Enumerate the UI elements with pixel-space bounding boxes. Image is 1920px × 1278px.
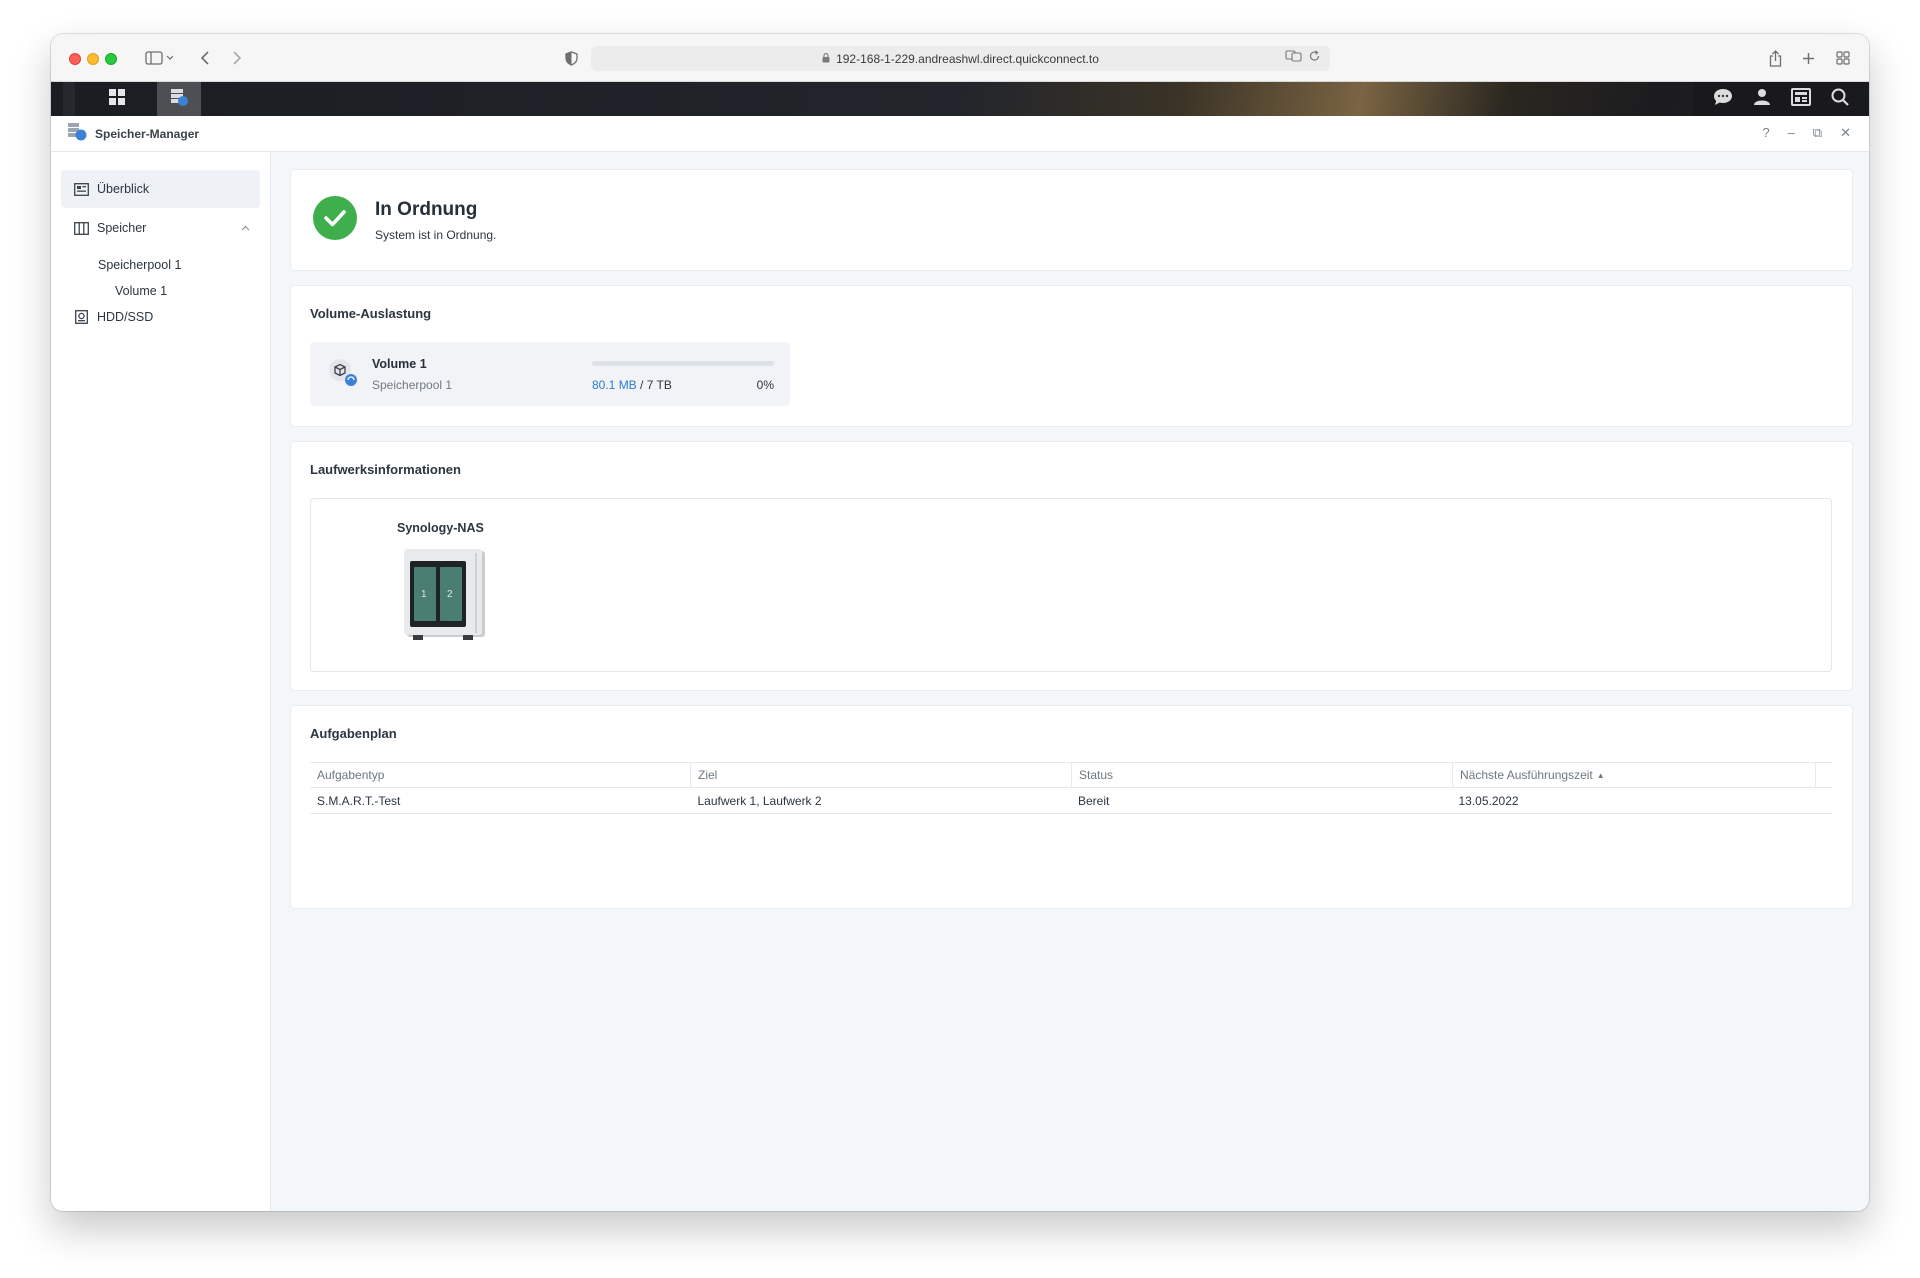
restore-icon[interactable]: ⧉ [1813, 125, 1822, 141]
app-window-controls: ? – ⧉ ✕ [1762, 125, 1851, 141]
messages-icon[interactable] [1713, 88, 1733, 111]
sort-ascending-icon: ▲ [1596, 770, 1605, 780]
health-status-title: In Ordnung [375, 199, 478, 220]
user-icon[interactable] [1753, 88, 1771, 111]
table-row[interactable]: S.M.A.R.T.-Test Laufwerk 1, Laufwerk 2 B… [310, 788, 1832, 814]
search-icon[interactable] [1831, 88, 1849, 111]
volume-usage-heading: Volume-Auslastung [310, 306, 432, 321]
volume-pool: Speicherpool 1 [372, 378, 453, 392]
app-title: Speicher-Manager [95, 126, 200, 141]
health-status-card: In Ordnung System ist in Ordnung. [291, 170, 1852, 270]
drive-bay-2[interactable]: 2 [447, 589, 453, 600]
task-schedule-heading: Aufgabenplan [310, 726, 397, 741]
new-tab-icon[interactable] [1798, 46, 1818, 70]
volume-usage-bar [592, 361, 774, 366]
drive-bay-1[interactable]: 1 [421, 589, 427, 600]
chevron-up-icon[interactable] [241, 223, 250, 234]
volume-icon [328, 358, 358, 388]
volume-name: Volume 1 [372, 357, 427, 371]
tab-overview-icon[interactable] [1833, 46, 1853, 70]
volume-tile[interactable]: Volume 1 Speicherpool 1 80.1 MB / 7 TB 0… [310, 342, 790, 406]
nas-device-name: Synology-NAS [397, 521, 484, 535]
translate-icon[interactable] [1285, 50, 1303, 65]
column-label: Aufgabentyp [317, 768, 385, 782]
storage-manager-icon [169, 87, 189, 112]
check-icon [313, 196, 357, 240]
address-bar[interactable]: 192-168-1-229.andreashwl.direct.quickcon… [591, 46, 1330, 71]
sidebar-toggle-icon[interactable] [141, 46, 177, 70]
column-header-next-run[interactable]: Nächste Ausführungszeit ▲ [1453, 763, 1816, 787]
taskbar-tray [1693, 82, 1869, 116]
help-icon[interactable]: ? [1762, 125, 1769, 141]
sidebar-item-volume[interactable]: Volume 1 [115, 284, 167, 298]
cell-target: Laufwerk 1, Laufwerk 2 [697, 793, 822, 808]
main-menu-icon [108, 88, 126, 111]
close-window-button[interactable] [69, 53, 81, 65]
column-header-status[interactable]: Status [1072, 763, 1453, 787]
sidebar-item-storage[interactable]: Speicher [61, 209, 260, 247]
privacy-shield-icon[interactable] [561, 46, 581, 70]
back-icon[interactable] [195, 46, 215, 70]
sidebar-item-hdd-ssd[interactable]: HDD/SSD [61, 298, 260, 336]
disk-icon [73, 309, 89, 325]
storage-manager-app-icon [67, 121, 87, 146]
browser-toolbar: 192-168-1-229.andreashwl.direct.quickcon… [51, 34, 1869, 82]
drive-info-heading: Laufwerksinformationen [310, 462, 461, 477]
column-label: Ziel [698, 768, 718, 782]
health-status-subtitle: System ist in Ordnung. [375, 228, 497, 242]
close-icon[interactable]: ✕ [1840, 125, 1851, 141]
column-label: Status [1079, 768, 1114, 782]
sidebar-item-label: Speicher [97, 221, 147, 235]
sidebar-item-overview[interactable]: Überblick [61, 170, 260, 208]
volume-usage-card: Volume-Auslastung Volume 1 Speicherpool … [291, 286, 1852, 426]
table-header: Aufgabentyp Ziel Status Nächste Ausführu… [310, 762, 1832, 788]
column-label: Nächste Ausführungszeit [1460, 768, 1593, 782]
drive-info-panel: Synology-NAS 1 2 [310, 498, 1832, 672]
cell-next-run: 13.05.2022 [1458, 793, 1519, 808]
column-header-type[interactable]: Aufgabentyp [310, 763, 691, 787]
volume-used: 80.1 MB / 7 TB [592, 378, 672, 392]
sidebar-item-label: HDD/SSD [97, 310, 154, 324]
sidebar-item-label: Überblick [97, 182, 150, 196]
column-header-target[interactable]: Ziel [691, 763, 1072, 787]
minimize-icon[interactable]: – [1788, 125, 1795, 141]
storage-icon [73, 220, 89, 236]
sidebar-item-storage-pool[interactable]: Speicherpool 1 [98, 258, 181, 272]
drive-info-card: Laufwerksinformationen Synology-NAS 1 2 [291, 442, 1852, 690]
main-menu-button[interactable] [95, 82, 139, 116]
taskbar-storage-manager[interactable] [157, 82, 201, 116]
app-titlebar: Speicher-Manager ? – ⧉ ✕ [51, 116, 1869, 152]
browser-window: 192-168-1-229.andreashwl.direct.quickcon… [51, 34, 1869, 1211]
forward-icon[interactable] [227, 46, 247, 70]
lock-icon [822, 52, 830, 66]
cell-type: S.M.A.R.T.-Test [317, 793, 401, 808]
nas-device-image: 1 2 [403, 549, 489, 648]
dsm-taskbar [51, 82, 1869, 116]
minimize-window-button[interactable] [87, 53, 99, 65]
zoom-window-button[interactable] [105, 53, 117, 65]
cell-status: Bereit [1078, 793, 1110, 808]
overview-icon [73, 181, 89, 197]
task-schedule-table: Aufgabentyp Ziel Status Nächste Ausführu… [310, 762, 1832, 814]
volume-percent: 0% [756, 378, 774, 392]
reload-icon[interactable] [1309, 50, 1320, 65]
sidebar: Überblick Speicher Speicherpool 1 Volume… [51, 152, 271, 1211]
volume-total: / 7 TB [636, 378, 672, 392]
task-schedule-card: Aufgabenplan Aufgabentyp Ziel Status Näc… [291, 706, 1852, 908]
volume-used-value: 80.1 MB [592, 378, 637, 392]
url-text: 192-168-1-229.andreashwl.direct.quickcon… [836, 51, 1099, 66]
widgets-icon[interactable] [1791, 87, 1811, 111]
taskbar-edge [63, 82, 75, 116]
share-icon[interactable] [1765, 46, 1785, 70]
